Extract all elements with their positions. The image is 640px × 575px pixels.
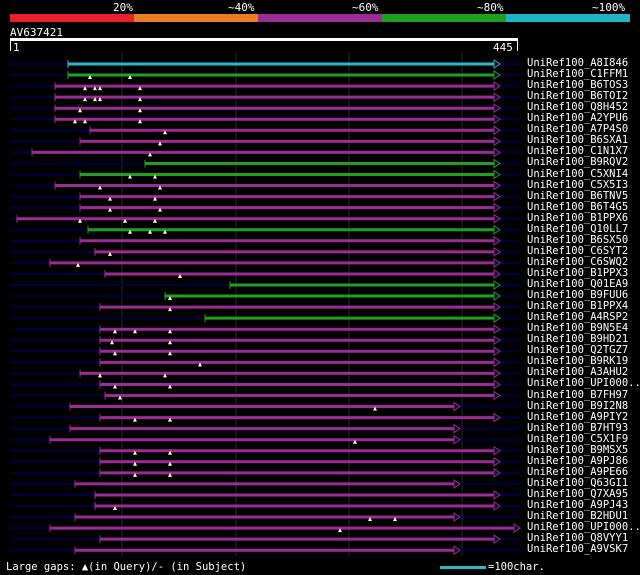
hit-label[interactable]: UniRef100_C5XNI4 (527, 168, 628, 180)
scale-swatch (440, 566, 486, 569)
gaps-legend: Large gaps: ▲(in Query)/- (in Subject) (6, 561, 247, 573)
hit-label[interactable]: UniRef100_C5X5I3 (527, 179, 628, 191)
hit-label[interactable]: UniRef100_B6T4G5 (527, 201, 628, 213)
hit-label[interactable]: UniRef100_B9I2N8 (527, 400, 628, 412)
hit-label[interactable]: UniRef100_B9RQV2 (527, 157, 628, 168)
hit-label[interactable]: UniRef100_B7FH97 (527, 389, 628, 401)
hit-label[interactable]: UniRef100_UPI000.. (527, 378, 640, 389)
scale-label: =100char. (488, 561, 545, 573)
hit-label[interactable]: UniRef100_A9PIY2 (527, 411, 628, 423)
hit-label[interactable]: UniRef100_A9VSK7 (527, 544, 628, 555)
hit-label[interactable]: UniRef100_B7HT93 (527, 422, 628, 434)
hit-label[interactable]: UniRef100_B6TNV5 (527, 190, 628, 202)
